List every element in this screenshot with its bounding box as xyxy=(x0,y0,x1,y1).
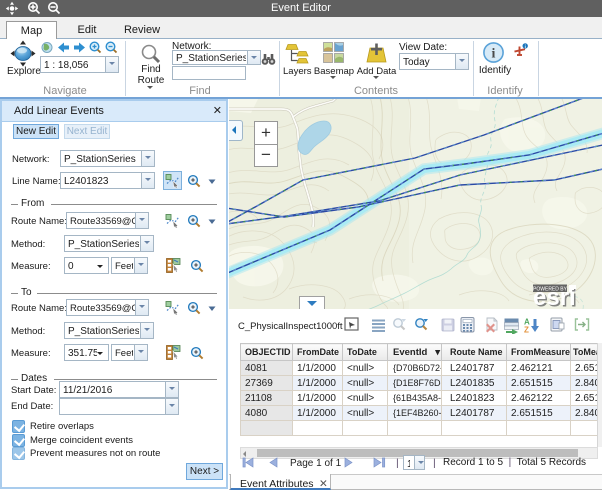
svg-text:i: i xyxy=(525,44,526,49)
svg-text:i: i xyxy=(492,47,496,62)
svg-text:Page 1 of 1: Page 1 of 1 xyxy=(290,458,342,469)
svg-text:esri: esri xyxy=(533,284,576,309)
svg-text:Z: Z xyxy=(524,326,529,335)
